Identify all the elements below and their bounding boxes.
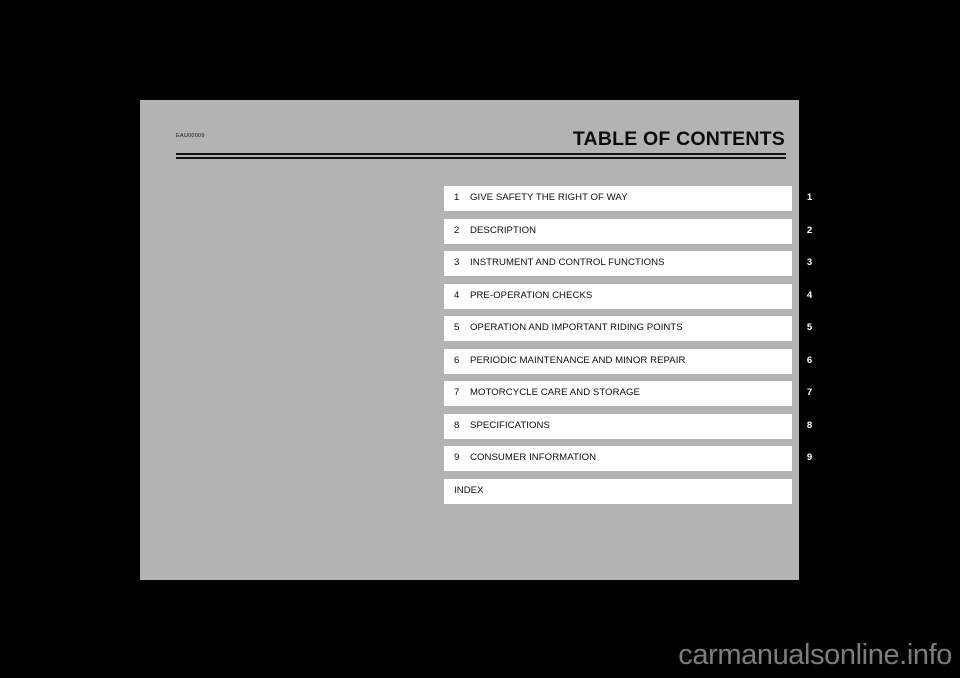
header-rule-lower <box>176 157 786 159</box>
toc-entry-number: 9 <box>454 452 460 463</box>
toc-entry-label: CONSUMER INFORMATION <box>470 452 597 463</box>
list-item[interactable]: 3 INSTRUMENT AND CONTROL FUNCTIONS 3 <box>444 251 820 276</box>
list-item[interactable]: 8 SPECIFICATIONS 8 <box>444 413 820 439</box>
toc-entry-label: GIVE SAFETY THE RIGHT OF WAY <box>470 192 628 203</box>
chapter-tab-number: 3 <box>806 257 813 268</box>
chapter-tab-number: 9 <box>806 452 813 463</box>
toc-entry-label: INDEX <box>454 484 484 496</box>
chapter-tab-number: 8 <box>806 419 813 431</box>
toc-entry-number: 2 <box>454 224 460 236</box>
chapter-tab[interactable]: 9 <box>799 446 820 471</box>
list-item[interactable]: INDEX <box>444 478 820 504</box>
chapter-tab[interactable]: 6 <box>799 348 820 374</box>
page-header: EAU00009 TABLE OF CONTENTS <box>176 116 786 162</box>
table-of-contents-list: 1 GIVE SAFETY THE RIGHT OF WAY 1 2 DESCR… <box>444 186 820 511</box>
toc-entry-box[interactable]: 1 GIVE SAFETY THE RIGHT OF WAY <box>444 186 792 211</box>
toc-entry-box[interactable]: 5 OPERATION AND IMPORTANT RIDING POINTS <box>444 316 792 341</box>
toc-entry-box[interactable]: 3 INSTRUMENT AND CONTROL FUNCTIONS <box>444 251 792 276</box>
toc-entry-label: MOTORCYCLE CARE AND STORAGE <box>470 387 640 398</box>
chapter-tab[interactable]: 3 <box>799 251 820 276</box>
list-item[interactable]: 7 MOTORCYCLE CARE AND STORAGE 7 <box>444 381 820 406</box>
toc-entry-box[interactable]: 7 MOTORCYCLE CARE AND STORAGE <box>444 381 792 406</box>
chapter-tab[interactable] <box>799 478 820 504</box>
list-item[interactable]: 1 GIVE SAFETY THE RIGHT OF WAY 1 <box>444 186 820 211</box>
toc-entry-label: OPERATION AND IMPORTANT RIDING POINTS <box>470 322 683 333</box>
header-rule-upper <box>176 153 786 155</box>
toc-entry-number: 6 <box>454 354 460 366</box>
chapter-tab[interactable]: 4 <box>799 283 820 309</box>
chapter-tab[interactable]: 8 <box>799 413 820 439</box>
toc-entry-label: SPECIFICATIONS <box>470 419 550 431</box>
toc-entry-label: PERIODIC MAINTENANCE AND MINOR REPAIR <box>470 354 686 366</box>
list-item[interactable]: 4 PRE-OPERATION CHECKS 4 <box>444 283 820 309</box>
page-title: TABLE OF CONTENTS <box>572 128 785 150</box>
list-item[interactable]: 9 CONSUMER INFORMATION 9 <box>444 446 820 471</box>
site-watermark: carmanualsonline.info <box>678 639 952 671</box>
chapter-tab[interactable]: 7 <box>799 381 820 406</box>
chapter-tab-number: 5 <box>806 322 813 333</box>
list-item[interactable]: 5 OPERATION AND IMPORTANT RIDING POINTS … <box>444 316 820 341</box>
list-item[interactable]: 2 DESCRIPTION 2 <box>444 218 820 244</box>
chapter-tab-number: 6 <box>806 354 813 366</box>
document-code: EAU00009 <box>176 133 205 139</box>
toc-entry-number: 4 <box>454 289 460 301</box>
toc-entry-number: 7 <box>454 387 460 398</box>
toc-entry-box[interactable]: 6 PERIODIC MAINTENANCE AND MINOR REPAIR <box>444 348 792 374</box>
chapter-tab-number: 7 <box>806 387 813 398</box>
toc-entry-label: INSTRUMENT AND CONTROL FUNCTIONS <box>470 257 665 268</box>
chapter-tab-number: 4 <box>806 289 813 301</box>
toc-entry-box[interactable]: 9 CONSUMER INFORMATION <box>444 446 792 471</box>
manual-page: EAU00009 TABLE OF CONTENTS 1 GIVE SAFETY… <box>140 100 820 580</box>
toc-entry-number: 1 <box>454 192 460 203</box>
toc-entry-box[interactable]: 4 PRE-OPERATION CHECKS <box>444 283 792 309</box>
chapter-tab-number: 1 <box>806 192 813 203</box>
toc-entry-number: 3 <box>454 257 460 268</box>
toc-entry-box[interactable]: INDEX <box>444 478 792 504</box>
toc-entry-box[interactable]: 2 DESCRIPTION <box>444 218 792 244</box>
toc-entry-number: 5 <box>454 322 460 333</box>
toc-entry-label: DESCRIPTION <box>470 224 537 236</box>
toc-entry-number: 8 <box>454 419 460 431</box>
chapter-tab[interactable]: 1 <box>799 186 820 211</box>
chapter-tab-number: 2 <box>806 224 813 236</box>
list-item[interactable]: 6 PERIODIC MAINTENANCE AND MINOR REPAIR … <box>444 348 820 374</box>
toc-entry-box[interactable]: 8 SPECIFICATIONS <box>444 413 792 439</box>
chapter-tab[interactable]: 5 <box>799 316 820 341</box>
toc-entry-label: PRE-OPERATION CHECKS <box>470 289 593 301</box>
chapter-tab[interactable]: 2 <box>799 218 820 244</box>
